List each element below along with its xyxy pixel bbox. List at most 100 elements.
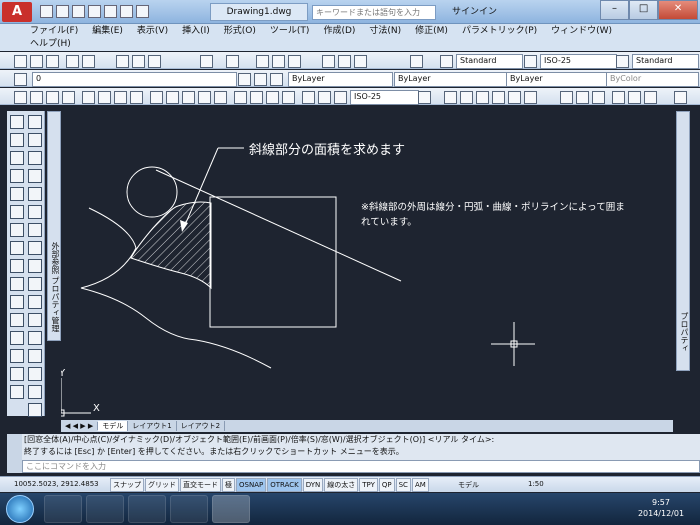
- hatch-tool-icon[interactable]: [28, 349, 42, 363]
- area-icon[interactable]: [628, 91, 641, 104]
- menu-file[interactable]: ファイル(F): [30, 25, 78, 37]
- line-icon[interactable]: [10, 115, 24, 129]
- table-icon[interactable]: [28, 385, 42, 399]
- lineweight-select[interactable]: ByLayer: [506, 72, 607, 87]
- ellipse-arc-icon[interactable]: [28, 277, 42, 291]
- lineweight-toggle[interactable]: 線の太さ: [324, 478, 359, 492]
- table-style-select[interactable]: Standard: [632, 54, 699, 69]
- dyn-toggle[interactable]: DYN: [302, 478, 324, 492]
- properties-icon[interactable]: [322, 55, 335, 68]
- break-point-icon[interactable]: [10, 331, 24, 345]
- command-wrench-icon[interactable]: [7, 434, 22, 473]
- close-toolbar-icon[interactable]: [674, 91, 687, 104]
- gradient-icon[interactable]: [28, 367, 42, 381]
- linear-dim-icon[interactable]: [14, 91, 27, 104]
- insert-block-icon[interactable]: [28, 295, 42, 309]
- tpy-toggle[interactable]: TPY: [359, 478, 378, 492]
- diameter-dim-icon[interactable]: [114, 91, 127, 104]
- explorer-taskbar-icon[interactable]: [86, 495, 124, 523]
- tool-palettes-icon[interactable]: [354, 55, 367, 68]
- table-style-icon[interactable]: [616, 55, 629, 68]
- fillet-icon[interactable]: [10, 385, 24, 399]
- menu-dimension[interactable]: 寸法(N): [369, 25, 401, 37]
- menu-window[interactable]: ウィンドウ(W): [551, 25, 612, 37]
- zoom-icon[interactable]: [272, 55, 285, 68]
- menu-insert[interactable]: 挿入(I): [182, 25, 210, 37]
- dim-style-select[interactable]: ISO-25: [540, 54, 617, 69]
- polygon-icon[interactable]: [28, 151, 42, 165]
- move-icon[interactable]: [10, 223, 24, 237]
- grid-toggle[interactable]: グリッド: [145, 478, 179, 492]
- save-icon[interactable]: [46, 55, 59, 68]
- region-icon[interactable]: [592, 91, 605, 104]
- save-as-icon[interactable]: [88, 5, 101, 18]
- menu-edit[interactable]: 編集(E): [92, 25, 123, 37]
- join-icon[interactable]: [10, 349, 24, 363]
- inspection-icon[interactable]: [266, 91, 279, 104]
- redo-icon[interactable]: [136, 5, 149, 18]
- layer-state-icon[interactable]: [270, 73, 283, 86]
- pan-icon[interactable]: [256, 55, 269, 68]
- draw-arc-icon[interactable]: [476, 91, 489, 104]
- menu-draw[interactable]: 作成(D): [323, 25, 355, 37]
- circle-icon[interactable]: [560, 91, 573, 104]
- tab-layout2[interactable]: レイアウト2: [177, 421, 226, 431]
- minimize-button[interactable]: –: [600, 0, 630, 20]
- chamfer-icon[interactable]: [10, 367, 24, 381]
- trim-icon[interactable]: [492, 91, 505, 104]
- copy-icon[interactable]: [132, 55, 145, 68]
- print-icon[interactable]: [104, 5, 117, 18]
- am-toggle[interactable]: AM: [411, 478, 429, 492]
- mtext-icon[interactable]: [28, 403, 42, 417]
- aligned-dim-icon[interactable]: [30, 91, 43, 104]
- undo-icon[interactable]: [120, 5, 133, 18]
- print-icon[interactable]: [66, 55, 79, 68]
- offset-icon[interactable]: [10, 187, 24, 201]
- arc-length-icon[interactable]: [46, 91, 59, 104]
- baseline-dim-icon[interactable]: [166, 91, 179, 104]
- dim-update-icon[interactable]: [334, 91, 347, 104]
- linetype-select[interactable]: ByLayer: [394, 72, 507, 87]
- color-select[interactable]: ByLayer: [288, 72, 393, 87]
- application-menu-button[interactable]: A: [2, 2, 32, 22]
- new-icon[interactable]: [14, 55, 27, 68]
- dim-space-icon[interactable]: [198, 91, 211, 104]
- rotate-icon[interactable]: [10, 241, 24, 255]
- draw-line-icon[interactable]: [444, 91, 457, 104]
- calculator-icon[interactable]: [410, 55, 423, 68]
- tab-layout1[interactable]: レイアウト1: [128, 421, 177, 431]
- close-button[interactable]: ✕: [658, 0, 698, 20]
- tolerance-icon[interactable]: [234, 91, 247, 104]
- chrome-taskbar-icon[interactable]: [170, 495, 208, 523]
- snap-toggle[interactable]: スナップ: [110, 478, 144, 492]
- arc-icon[interactable]: [28, 187, 42, 201]
- drawing-canvas[interactable]: 斜線部分の面積を求めます ※斜線部の外周は線分・円弧・曲線・ポリラインによって囲…: [61, 108, 673, 420]
- text-style-select[interactable]: Standard: [456, 54, 523, 69]
- dim-style-icon[interactable]: [524, 55, 537, 68]
- maximize-button[interactable]: □: [629, 0, 659, 20]
- tab-model[interactable]: モデル: [98, 421, 129, 431]
- preview-icon[interactable]: [82, 55, 95, 68]
- autocad-taskbar-icon[interactable]: [212, 495, 250, 523]
- menu-help[interactable]: ヘルプ(H): [30, 38, 71, 50]
- point-icon[interactable]: [28, 331, 42, 345]
- center-mark-icon[interactable]: [250, 91, 263, 104]
- layer-select[interactable]: 0: [32, 72, 237, 87]
- design-center-icon[interactable]: [338, 55, 351, 68]
- continue-dim-icon[interactable]: [182, 91, 195, 104]
- open-icon[interactable]: [30, 55, 43, 68]
- measure-icon[interactable]: [612, 91, 625, 104]
- scale-icon[interactable]: [10, 259, 24, 273]
- layer-properties-icon[interactable]: [14, 73, 27, 86]
- menu-format[interactable]: 形式(O): [224, 25, 256, 37]
- make-block-icon[interactable]: [28, 313, 42, 327]
- dim-text-edit-icon[interactable]: [318, 91, 331, 104]
- annotation-scale[interactable]: 1:50: [528, 480, 544, 488]
- extend-tool-icon[interactable]: [10, 313, 24, 327]
- draw-polyline-icon[interactable]: [460, 91, 473, 104]
- media-taskbar-icon[interactable]: [128, 495, 166, 523]
- dim-break-icon[interactable]: [214, 91, 227, 104]
- menu-modify[interactable]: 修正(M): [415, 25, 448, 37]
- menu-tools[interactable]: ツール(T): [270, 25, 310, 37]
- array-icon[interactable]: [10, 205, 24, 219]
